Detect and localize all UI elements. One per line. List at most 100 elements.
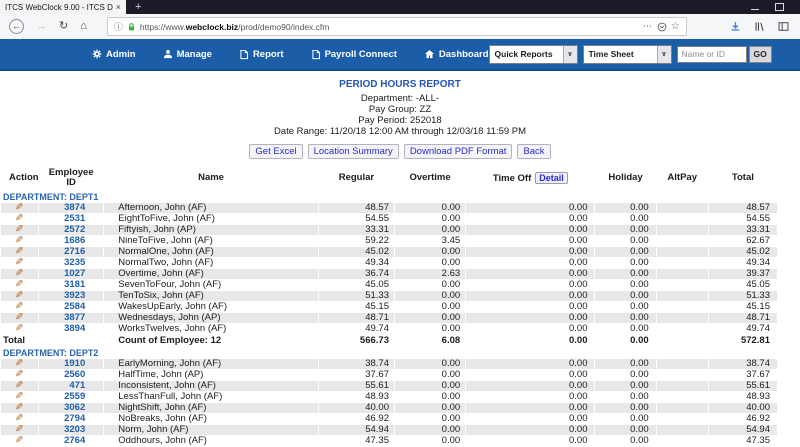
forward-button[interactable]: →	[36, 21, 47, 32]
overtime-hours: 0.00	[394, 291, 466, 301]
employee-id-link[interactable]: 2572	[39, 225, 104, 235]
employee-id-link[interactable]: 1027	[39, 269, 104, 279]
holiday-hours: 0.00	[595, 225, 656, 235]
employee-name: Wednesdays, John (AP)	[104, 313, 318, 323]
edit-pencil-icon[interactable]: ✎	[15, 324, 23, 334]
location-summary-button[interactable]: Location Summary	[307, 144, 399, 159]
pocket-icon[interactable]	[657, 22, 667, 32]
downloads-icon[interactable]	[730, 21, 741, 32]
reload-button[interactable]: ↻	[59, 21, 68, 32]
edit-pencil-icon[interactable]: ✎	[15, 381, 23, 391]
get-excel-button[interactable]: Get Excel	[249, 144, 303, 159]
edit-pencil-icon[interactable]: ✎	[15, 302, 23, 312]
nav-item-manage[interactable]: Manage	[163, 49, 212, 60]
report-pay-group: Pay Group: ZZ	[368, 104, 432, 115]
go-button[interactable]: GO	[748, 45, 772, 63]
edit-pencil-icon[interactable]: ✎	[15, 269, 23, 279]
employee-id-link[interactable]: 1686	[39, 236, 103, 246]
nav-item-dashboard[interactable]: Dashboard	[424, 49, 489, 60]
sidebar-icon[interactable]	[778, 21, 789, 32]
bookmark-star-icon[interactable]: ☆	[671, 21, 680, 32]
detail-button[interactable]: Detail	[535, 172, 568, 184]
report-type-select[interactable]: Time Sheet ∨	[582, 44, 672, 64]
time-off-hours: 0.00	[466, 225, 595, 235]
employee-id-link[interactable]: 2559	[39, 392, 103, 402]
edit-pencil-icon[interactable]: ✎	[15, 203, 23, 213]
quick-reports-select[interactable]: Quick Reports ∨	[488, 44, 578, 64]
edit-pencil-icon[interactable]: ✎	[15, 236, 23, 246]
edit-pencil-icon[interactable]: ✎	[15, 225, 23, 235]
employee-id-link[interactable]: 471	[39, 381, 104, 391]
altpay-hours	[656, 269, 708, 279]
altpay-hours	[656, 203, 708, 213]
employee-id-link[interactable]: 3877	[39, 313, 104, 323]
edit-pencil-icon[interactable]: ✎	[15, 214, 23, 224]
employee-id-link[interactable]: 2560	[39, 370, 103, 380]
employee-id-link[interactable]: 3894	[39, 324, 103, 334]
overtime-hours: 0.00	[441, 392, 461, 402]
library-icon[interactable]	[754, 21, 765, 32]
action-cell: ✎	[1, 313, 39, 323]
time-off-hours: 0.00	[466, 291, 595, 301]
back-button[interactable]: ←	[9, 19, 24, 34]
tab-close-icon[interactable]: ×	[116, 2, 121, 12]
edit-pencil-icon[interactable]: ✎	[15, 291, 23, 301]
maximize-button[interactable]	[775, 3, 784, 11]
employee-name: NormalOne, John (AF)	[104, 247, 318, 257]
regular-hours: 46.92	[365, 414, 389, 424]
edit-pencil-icon[interactable]: ✎	[15, 258, 23, 268]
nav-item-payroll-connect[interactable]: Payroll Connect	[311, 49, 397, 60]
total-hours: 49.34	[746, 258, 770, 268]
department-label: DEPARTMENT: DEPT2	[3, 348, 99, 358]
page-actions-icon[interactable]: ⋯	[643, 21, 653, 32]
holiday-hours: 0.00	[595, 269, 656, 279]
table-row: ✎ 2716 NormalOne, John (AF) 45.02 0.00 0…	[1, 247, 777, 257]
employee-id-link[interactable]: 2531	[39, 214, 103, 224]
employee-id-link[interactable]: 3874	[39, 203, 104, 213]
edit-pencil-icon[interactable]: ✎	[15, 425, 23, 435]
employee-id-link[interactable]: 2716	[39, 247, 104, 257]
edit-pencil-icon[interactable]: ✎	[15, 370, 23, 380]
edit-pencil-icon[interactable]: ✎	[15, 247, 23, 257]
holiday-hours: 0.00	[595, 247, 656, 257]
nav-item-admin[interactable]: Admin	[92, 49, 136, 60]
employee-id-link[interactable]: 2764	[39, 436, 103, 446]
employee-id-link[interactable]: 3062	[39, 403, 104, 413]
new-tab-button[interactable]: +	[126, 0, 150, 14]
employee-id-link[interactable]: 3923	[39, 291, 104, 301]
search-input[interactable]	[676, 45, 747, 63]
employee-id-link[interactable]: 3181	[39, 280, 103, 290]
browser-tab[interactable]: ITCS WebClock 9.00 - ITCS Demo Si ×	[0, 0, 126, 14]
header-time-off: Time Off Detail	[466, 165, 594, 191]
overtime-hours: 0.00	[441, 214, 461, 224]
edit-pencil-icon[interactable]: ✎	[15, 280, 23, 290]
employee-name: Overtime, John (AF)	[104, 269, 318, 279]
edit-pencil-icon[interactable]: ✎	[15, 359, 23, 369]
edit-pencil-icon[interactable]: ✎	[15, 403, 23, 413]
url-bar[interactable]: ⓘ https://www.webclock.biz/prod/demo90/i…	[106, 17, 687, 36]
action-cell: ✎	[1, 236, 38, 246]
employee-id-link[interactable]: 2584	[39, 302, 103, 312]
action-cell: ✎	[1, 403, 39, 413]
action-cell: ✎	[1, 291, 39, 301]
employee-id-link[interactable]: 3235	[39, 258, 103, 268]
employee-id-link[interactable]: 1910	[39, 359, 104, 369]
minimize-button[interactable]	[751, 8, 759, 10]
nav-item-report[interactable]: Report	[239, 49, 284, 60]
back-button-report[interactable]: Back	[517, 144, 551, 159]
edit-pencil-icon[interactable]: ✎	[15, 392, 23, 402]
table-row: ✎ 3235 NormalTwo, John (AF) 49.34 0.00 0…	[1, 258, 777, 268]
site-info-icon[interactable]: ⓘ	[114, 20, 123, 33]
download-pdf-button[interactable]: Download PDF Format	[403, 144, 513, 159]
edit-pencil-icon[interactable]: ✎	[15, 414, 23, 424]
holiday-hours: 0.00	[595, 203, 656, 213]
home-button[interactable]: ⌂	[80, 21, 87, 32]
employee-id-link[interactable]: 2794	[39, 414, 103, 424]
edit-pencil-icon[interactable]: ✎	[15, 436, 23, 446]
edit-pencil-icon[interactable]: ✎	[15, 313, 23, 323]
employee-name: HalfTime, John (AP)	[118, 370, 204, 380]
employee-id-link[interactable]: 3203	[39, 425, 104, 435]
time-off-hours: 0.00	[568, 414, 588, 424]
time-off-hours: 0.00	[466, 203, 595, 213]
altpay-hours	[657, 414, 708, 424]
